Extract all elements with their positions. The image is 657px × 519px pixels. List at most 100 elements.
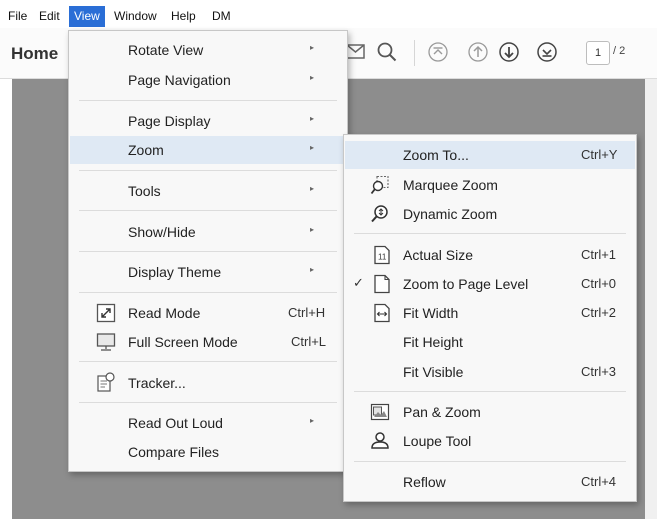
menu-window[interactable]: Window: [111, 7, 160, 26]
right-pane-edge: [645, 79, 657, 519]
menu-item-label: Dynamic Zoom: [403, 206, 498, 222]
zoom-menu-fit-visible[interactable]: Fit Visible Ctrl+3: [345, 358, 635, 386]
zoom-menu-zoom-to[interactable]: Zoom To... Ctrl+Y: [345, 141, 635, 169]
zoom-menu-fit-height[interactable]: Fit Height: [345, 328, 635, 356]
page-number-input[interactable]: 1: [586, 41, 610, 65]
view-menu-page-display[interactable]: Page Display ▸: [70, 107, 346, 135]
shortcut-label: Ctrl+2: [581, 305, 617, 320]
menu-separator: [79, 402, 337, 403]
submenu-arrow-icon: ▸: [310, 114, 315, 123]
menu-separator: [354, 461, 626, 462]
dynamic-zoom-icon: [371, 205, 388, 223]
zoom-menu-reflow[interactable]: Reflow Ctrl+4: [345, 468, 635, 496]
view-menu-tracker[interactable]: Tracker...: [70, 369, 346, 397]
submenu-arrow-icon: ▸: [310, 143, 315, 152]
zoom-menu-dynamic-zoom[interactable]: Dynamic Zoom: [345, 200, 635, 228]
zoom-menu-loupe-tool[interactable]: Loupe Tool: [345, 427, 635, 455]
menu-item-label: Reflow: [403, 474, 446, 490]
search-icon[interactable]: [376, 41, 398, 63]
menu-separator: [79, 361, 337, 362]
menu-view[interactable]: View: [69, 6, 105, 27]
first-page-icon[interactable]: [427, 41, 449, 63]
home-tab[interactable]: Home: [11, 44, 58, 64]
view-menu-read-out-loud[interactable]: Read Out Loud ▸: [70, 409, 346, 437]
shortcut-label: Ctrl+L: [291, 334, 327, 349]
view-menu-tools[interactable]: Tools ▸: [70, 177, 346, 205]
menu-dm[interactable]: DM: [209, 7, 234, 26]
menu-item-label: Tracker...: [128, 375, 186, 391]
shortcut-label: Ctrl+0: [581, 276, 617, 291]
menu-item-label: Compare Files: [128, 444, 220, 460]
menu-separator: [79, 251, 337, 252]
fit-width-icon: [374, 303, 390, 323]
menu-item-label: Page Navigation: [128, 72, 231, 88]
zoom-submenu: Zoom To... Ctrl+Y Marquee Zoom Dynamic Z…: [343, 134, 637, 502]
submenu-arrow-icon: ▸: [310, 265, 315, 274]
svg-text:11: 11: [378, 253, 387, 262]
menu-item-label: Read Out Loud: [128, 415, 223, 431]
full-screen-icon: [96, 333, 116, 351]
view-menu-rotate-view[interactable]: Rotate View ▸: [70, 36, 346, 64]
submenu-arrow-icon: ▸: [310, 73, 315, 82]
menu-item-label: Rotate View: [128, 42, 204, 58]
menu-item-label: Tools: [128, 183, 161, 199]
menu-item-label: Fit Width: [403, 305, 459, 321]
read-mode-icon: [96, 303, 116, 323]
menu-separator: [79, 292, 337, 293]
pan-zoom-icon: [370, 403, 390, 421]
tracker-icon: [97, 372, 115, 392]
submenu-arrow-icon: ▸: [310, 43, 315, 52]
menu-separator: [79, 170, 337, 171]
zoom-menu-fit-width[interactable]: Fit Width Ctrl+2: [345, 299, 635, 327]
menu-separator: [79, 210, 337, 211]
view-menu-display-theme[interactable]: Display Theme ▸: [70, 258, 346, 286]
shortcut-label: Ctrl+3: [581, 364, 617, 379]
view-menu-show-hide[interactable]: Show/Hide ▸: [70, 218, 346, 246]
marquee-zoom-icon: [370, 175, 389, 195]
view-menu-compare-files[interactable]: Compare Files: [70, 438, 346, 466]
last-page-icon[interactable]: [536, 41, 558, 63]
menu-item-label: Actual Size: [403, 247, 474, 263]
menu-item-label: Zoom: [128, 142, 164, 158]
menu-item-label: Fit Height: [403, 334, 463, 350]
menu-edit[interactable]: Edit: [36, 7, 63, 26]
menu-item-label: Loupe Tool: [403, 433, 472, 449]
view-menu-read-mode[interactable]: Read Mode Ctrl+H: [70, 299, 346, 327]
menu-item-label: Fit Visible: [403, 364, 464, 380]
view-menu: Rotate View ▸ Page Navigation ▸ Page Dis…: [68, 30, 348, 472]
menu-separator: [79, 100, 337, 101]
loupe-tool-icon: [371, 432, 389, 449]
next-page-icon[interactable]: [498, 41, 520, 63]
checkmark-icon: ✓: [353, 275, 364, 290]
page-total: / 2: [613, 45, 626, 57]
zoom-menu-marquee-zoom[interactable]: Marquee Zoom: [345, 171, 635, 199]
menu-item-label: Read Mode: [128, 305, 201, 321]
menu-item-label: Marquee Zoom: [403, 177, 498, 193]
menu-item-label: Display Theme: [128, 264, 222, 280]
submenu-arrow-icon: ▸: [310, 184, 315, 193]
toolbar-separator: [414, 40, 415, 66]
view-menu-page-navigation[interactable]: Page Navigation ▸: [70, 66, 346, 94]
shortcut-label: Ctrl+1: [581, 247, 617, 262]
shortcut-label: Ctrl+H: [288, 305, 326, 320]
menu-item-label: Page Display: [128, 113, 211, 129]
zoom-menu-pan-zoom[interactable]: Pan & Zoom: [345, 398, 635, 426]
actual-size-icon: 11: [374, 245, 390, 265]
menu-help[interactable]: Help: [168, 7, 199, 26]
shortcut-label: Ctrl+4: [581, 474, 617, 489]
submenu-arrow-icon: ▸: [310, 225, 315, 234]
view-menu-full-screen-mode[interactable]: Full Screen Mode Ctrl+L: [70, 328, 346, 356]
view-menu-zoom[interactable]: Zoom ▸: [70, 136, 346, 164]
menu-separator: [354, 233, 626, 234]
zoom-menu-zoom-to-page-level[interactable]: ✓ Zoom to Page Level Ctrl+0: [345, 270, 635, 298]
menu-separator: [354, 391, 626, 392]
submenu-arrow-icon: ▸: [310, 416, 315, 425]
previous-page-icon[interactable]: [467, 41, 489, 63]
menu-item-label: Zoom to Page Level: [403, 276, 529, 292]
zoom-menu-actual-size[interactable]: 11 Actual Size Ctrl+1: [345, 241, 635, 269]
menu-bar: File Edit View Window Help DM: [0, 0, 657, 28]
shortcut-label: Ctrl+Y: [581, 147, 618, 162]
menu-file[interactable]: File: [5, 7, 30, 26]
menu-item-label: Full Screen Mode: [128, 334, 238, 350]
envelope-icon[interactable]: [345, 41, 367, 63]
